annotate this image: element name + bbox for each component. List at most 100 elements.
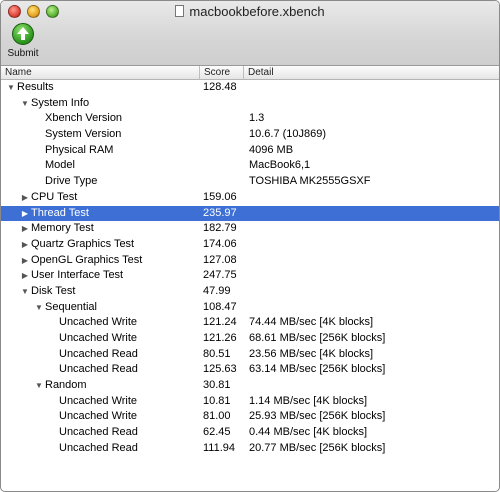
row-score: 81.00 [203,410,231,423]
disclosure-open-icon[interactable]: ▼ [19,96,31,112]
row-label: Sequential [45,300,97,313]
outline-row[interactable]: Model MacBook6,1 [1,158,499,174]
row-name-cell: Uncached Read [1,441,200,457]
row-score: 128.48 [203,81,237,93]
row-name-cell: Model [1,158,200,174]
row-label: System Version [45,128,122,141]
outline-row[interactable]: Drive Type TOSHIBA MK2555GSXF [1,174,499,190]
row-label: Memory Test [31,222,94,235]
disclosure-closed-icon[interactable]: ▶ [19,253,31,269]
row-label: Uncached Read [59,426,138,439]
row-name-cell: ▶ Thread Test [1,206,200,222]
disclosure-closed-icon[interactable]: ▶ [19,237,31,253]
outline-row[interactable]: Uncached Read 62.45 0.44 MB/sec [4K blocks… [1,425,499,441]
disclosure-closed-icon[interactable]: ▶ [19,206,31,222]
row-detail: 0.44 MB/sec [4K blocks] [249,426,367,439]
outline-row[interactable]: Xbench Version 1.3 [1,111,499,127]
row-label: CPU Test [31,190,78,203]
outline-row[interactable]: Uncached Write 81.00 25.93 MB/sec [256K bl… [1,409,499,425]
outline-row[interactable]: ▼ Results 128.48 [1,80,499,96]
row-name-cell: Uncached Read [1,362,200,378]
outline-row[interactable]: System Version 10.6.7 (10J869) [1,127,499,143]
outline-row[interactable]: Uncached Write 121.24 74.44 MB/sec [4K blo… [1,315,499,331]
row-score: 235.97 [203,206,237,219]
score-column-header[interactable]: Score [200,66,244,80]
outline-row[interactable]: ▼ Random 30.81 [1,378,499,394]
row-detail: MacBook6,1 [249,159,311,172]
row-detail: TOSHIBA MK2555GSXF [249,175,371,188]
row-detail: 4096 MB [249,143,294,156]
disclosure-open-icon[interactable]: ▼ [33,300,45,316]
row-label: User Interface Test [31,269,124,282]
outline-row[interactable]: ▶ Thread Test 235.97 [1,205,499,222]
row-detail: 1.14 MB/sec [4K blocks] [249,394,367,407]
row-score: 10.81 [203,394,231,407]
disclosure-open-icon[interactable]: ▼ [5,80,17,96]
row-score: 159.06 [203,190,237,203]
submit-button[interactable]: Submit [5,23,41,59]
row-label: System Info [31,96,90,109]
disclosure-closed-icon[interactable]: ▶ [19,221,31,237]
column-header: Name Score Detail [1,66,499,80]
row-score: 127.08 [203,253,237,266]
row-name-cell: ▶ User Interface Test [1,268,200,284]
outline-row[interactable]: Physical RAM 4096 MB [1,143,499,159]
outline-row[interactable]: Uncached Read 80.51 23.56 MB/sec [4K block… [1,347,499,363]
name-column-header[interactable]: Name [1,66,200,80]
row-detail: 63.14 MB/sec [256K blocks] [249,363,386,376]
row-score: 30.81 [203,379,231,392]
outline-row[interactable]: Uncached Write 121.26 68.61 MB/sec [256K b… [1,331,499,347]
results-outline: ▼ Results 128.48 ▼ System Info Xbench Version… [1,80,499,457]
row-label: Disk Test [31,284,76,297]
row-name-cell: Xbench Version [1,111,200,127]
outline-row[interactable]: ▶ User Interface Test 247.75 [1,268,499,284]
outline-row[interactable]: Uncached Read 111.94 20.77 MB/sec [256K bl… [1,441,499,457]
row-name-cell: Drive Type [1,174,200,190]
row-score: 174.06 [203,237,237,250]
row-name-cell: ▶ OpenGL Graphics Test [1,253,200,269]
outline-row[interactable]: ▼ System Info [1,96,499,112]
disclosure-open-icon[interactable]: ▼ [33,378,45,394]
row-detail: 68.61 MB/sec [256K blocks] [249,332,386,344]
xbench-window: macbookbefore.xbench Submit Name Score D… [0,0,500,492]
row-score: 108.47 [203,300,237,313]
outline-row[interactable]: Uncached Write 10.81 1.14 MB/sec [4K block… [1,394,499,410]
submit-label: Submit [7,48,39,59]
row-label: Random [45,379,87,392]
row-label: OpenGL Graphics Test [31,253,143,266]
outline-row[interactable]: ▼ Disk Test 47.99 [1,284,499,300]
row-name-cell: System Version [1,127,200,143]
disclosure-open-icon[interactable]: ▼ [19,284,31,300]
outline-row[interactable]: ▶ Quartz Graphics Test 174.06 [1,237,499,253]
detail-column-header[interactable]: Detail [244,66,499,80]
outline-row[interactable]: Uncached Read 125.63 63.14 MB/sec [256K bl… [1,362,499,378]
row-name-cell: ▼ Disk Test [1,284,200,300]
row-label: Thread Test [31,206,89,219]
row-score: 247.75 [203,269,237,282]
row-label: Uncached Write [59,410,138,423]
row-name-cell: ▶ CPU Test [1,190,200,206]
row-label: Quartz Graphics Test [31,237,135,250]
disclosure-closed-icon[interactable]: ▶ [19,268,31,284]
disclosure-closed-icon[interactable]: ▶ [19,190,31,206]
window-title-area: macbookbefore.xbench [1,4,499,19]
row-score: 111.94 [203,441,236,454]
row-label: Uncached Read [59,347,138,360]
row-name-cell: Uncached Read [1,425,200,441]
outline-row[interactable]: ▶ OpenGL Graphics Test 127.08 [1,253,499,269]
row-label: Uncached Write [59,394,138,407]
window-title: macbookbefore.xbench [189,4,325,19]
row-score: 121.26 [203,332,237,344]
row-name-cell: ▼ System Info [1,96,200,112]
row-label: Uncached Write [59,316,138,329]
outline-row[interactable]: ▶ Memory Test 182.79 [1,221,499,237]
outline-row[interactable]: ▼ Sequential 108.47 [1,300,499,316]
row-score: 182.79 [203,222,237,235]
upload-arrow-icon [12,23,34,45]
outline-row[interactable]: ▶ CPU Test 159.06 [1,190,499,206]
row-score: 62.45 [203,426,231,439]
row-name-cell: ▶ Memory Test [1,221,200,237]
row-label: Uncached Write [59,332,138,344]
row-name-cell: ▼ Random [1,378,200,394]
row-detail: 1.3 [249,112,265,125]
